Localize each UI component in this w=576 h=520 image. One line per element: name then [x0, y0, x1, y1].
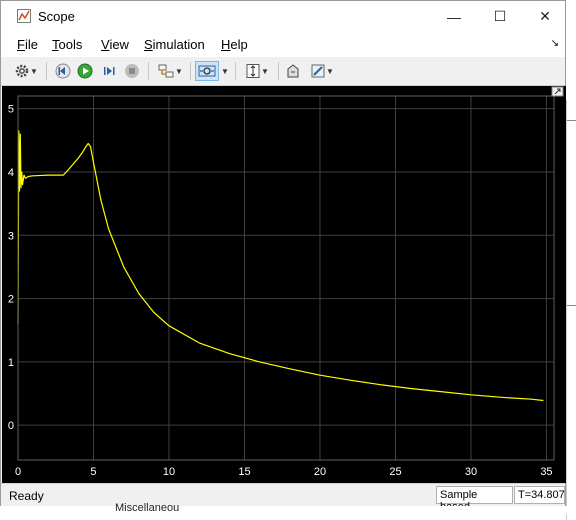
- minimize-icon: —: [447, 8, 461, 25]
- y-tick-label: 5: [8, 104, 14, 116]
- minimize-button[interactable]: —: [431, 1, 477, 32]
- configuration-button[interactable]: ▼: [11, 61, 41, 81]
- scope-app-icon: [17, 9, 31, 23]
- autoscale-icon: [246, 64, 260, 78]
- step-back-button[interactable]: [53, 61, 73, 81]
- stop-icon: [125, 64, 139, 78]
- background-window-edge: [566, 100, 576, 520]
- scope-window: Scope — ☐ ✕ File Tools View Simulation H…: [0, 0, 566, 513]
- scope-plot[interactable]: 0 1 2 3 4 5 0 5 10 15 20 25 30 35: [2, 86, 566, 483]
- stop-button[interactable]: [122, 61, 142, 81]
- y-tick-label: 4: [8, 167, 14, 179]
- y-tick-label: 2: [8, 294, 14, 306]
- menu-simulation[interactable]: Simulation: [144, 37, 205, 52]
- menu-bar: File Tools View Simulation Help ↘: [1, 32, 565, 57]
- menu-help[interactable]: Help: [221, 37, 248, 52]
- signal-select-icon: [158, 64, 174, 78]
- maximize-button[interactable]: ☐: [477, 1, 523, 32]
- gear-icon: [15, 64, 29, 78]
- y-tick-label: 3: [8, 230, 14, 242]
- style-button[interactable]: ▼: [306, 61, 338, 81]
- menu-view[interactable]: View: [101, 37, 129, 52]
- signal-select-button[interactable]: ▼: [154, 61, 186, 81]
- x-tick-label: 20: [314, 466, 326, 478]
- background-strip: [0, 506, 576, 514]
- zoom-dropdown[interactable]: ▼: [220, 61, 230, 81]
- step-forward-icon: [104, 67, 115, 75]
- run-icon: [77, 63, 93, 79]
- background-text: Miscellaneou: [115, 502, 180, 514]
- menu-tools[interactable]: Tools: [52, 37, 82, 52]
- x-tick-label: 10: [163, 466, 175, 478]
- highlight-block-button[interactable]: [283, 61, 303, 81]
- edge-divider: [567, 305, 576, 306]
- axes-background: [18, 96, 554, 460]
- title-bar: Scope — ☐ ✕: [1, 1, 565, 32]
- style-icon: [311, 64, 325, 78]
- maximize-icon: ☐: [493, 8, 507, 24]
- y-tick-label: 1: [8, 357, 14, 369]
- plot-area: 0 1 2 3 4 5 0 5 10 15 20 25 30 35: [2, 86, 566, 483]
- sim-time: T=34.807: [514, 486, 565, 504]
- toolbar: ▼ ▼ ▼ ▼ ▼: [1, 57, 565, 86]
- menu-file[interactable]: File: [17, 37, 38, 52]
- x-tick-label: 30: [465, 466, 477, 478]
- step-back-icon: [55, 63, 71, 79]
- sample-mode: Sample based: [436, 486, 513, 513]
- x-tick-label: 35: [540, 466, 552, 478]
- status-ready: Ready: [9, 489, 44, 503]
- close-icon: ✕: [539, 8, 551, 24]
- x-tick-label: 15: [238, 466, 250, 478]
- x-tick-label: 25: [389, 466, 401, 478]
- highlight-block-icon: [287, 64, 299, 78]
- run-button[interactable]: [75, 61, 95, 81]
- x-tick-label: 5: [90, 466, 96, 478]
- zoom-button[interactable]: [195, 61, 219, 81]
- window-title: Scope: [38, 9, 75, 24]
- step-forward-button[interactable]: [99, 61, 119, 81]
- zoom-icon: [198, 65, 216, 77]
- y-tick-label: 0: [8, 420, 14, 432]
- x-tick-label: 0: [15, 466, 21, 478]
- status-bar: Ready Sample based T=34.807: [1, 483, 565, 513]
- dock-arrow-icon[interactable]: ↘: [551, 38, 559, 49]
- autoscale-button[interactable]: ▼: [241, 61, 273, 81]
- close-button[interactable]: ✕: [522, 1, 568, 32]
- edge-divider: [567, 120, 576, 121]
